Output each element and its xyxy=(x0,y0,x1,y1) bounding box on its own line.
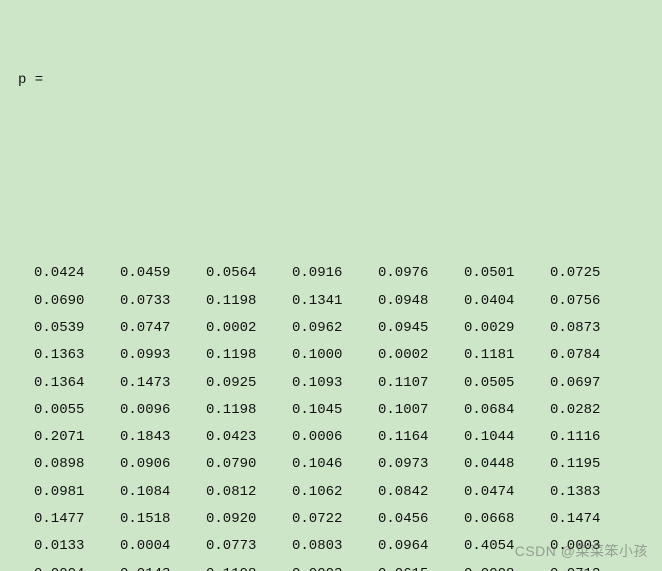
matrix-cell: 0.0423 xyxy=(206,424,292,451)
matrix-row: 0.13630.09930.11980.10000.00020.11810.07… xyxy=(34,342,662,369)
matrix-cell: 0.0993 xyxy=(120,342,206,369)
matrix-cell: 0.0925 xyxy=(206,370,292,397)
matrix-row: 0.01330.00040.07730.08030.09640.40540.00… xyxy=(34,533,662,560)
matrix-cell: 0.0948 xyxy=(378,288,464,315)
matrix-cell: 0.0898 xyxy=(34,451,120,478)
matrix-cell: 0.0725 xyxy=(550,260,636,287)
matrix-cell: 0.1474 xyxy=(550,506,636,533)
matrix-cell: 0.0456 xyxy=(378,506,464,533)
matrix-row: 0.09810.10840.08120.10620.08420.04740.13… xyxy=(34,479,662,506)
matrix-cell: 0.1116 xyxy=(550,424,636,451)
matrix-cell: 0.0790 xyxy=(206,451,292,478)
matrix-cell: 0.0976 xyxy=(378,260,464,287)
matrix-row: 0.00550.00960.11980.10450.10070.06840.02… xyxy=(34,397,662,424)
matrix-cell: 0.0029 xyxy=(464,315,550,342)
matrix-cell: 0.1473 xyxy=(120,370,206,397)
matrix-row: 0.20710.18430.04230.00060.11640.10440.11… xyxy=(34,424,662,451)
matrix-cell: 0.0096 xyxy=(120,397,206,424)
matrix-cell: 0.0803 xyxy=(292,533,378,560)
matrix-cell: 0.0784 xyxy=(550,342,636,369)
matrix-row: 0.05390.07470.00020.09620.09450.00290.08… xyxy=(34,315,662,342)
matrix-cell: 0.0812 xyxy=(206,479,292,506)
matrix-cell: 0.1164 xyxy=(378,424,464,451)
matrix-cell: 0.0945 xyxy=(378,315,464,342)
matrix-cell: 0.0973 xyxy=(378,451,464,478)
matrix-cell: 0.1007 xyxy=(378,397,464,424)
matrix-cell: 0.1045 xyxy=(292,397,378,424)
matrix-cell: 0.0964 xyxy=(378,533,464,560)
matrix-cell: 0.0448 xyxy=(464,451,550,478)
matrix-cell: 0.0004 xyxy=(34,561,120,571)
command-output: p = 0.04240.04590.05640.09160.09760.0501… xyxy=(0,0,662,571)
matrix-cell: 0.1181 xyxy=(464,342,550,369)
matrix-cell: 0.1084 xyxy=(120,479,206,506)
matrix-cell: 0.0282 xyxy=(550,397,636,424)
matrix-cell: 0.0004 xyxy=(120,533,206,560)
matrix-p: 0.04240.04590.05640.09160.09760.05010.07… xyxy=(0,252,662,571)
matrix-cell: 0.1383 xyxy=(550,479,636,506)
matrix-cell: 0.0697 xyxy=(550,370,636,397)
matrix-cell: 0.1364 xyxy=(34,370,120,397)
matrix-cell: 0.1044 xyxy=(464,424,550,451)
matrix-cell: 0.0873 xyxy=(550,315,636,342)
matrix-cell: 0.0842 xyxy=(378,479,464,506)
matrix-cell: 0.0773 xyxy=(206,533,292,560)
matrix-cell: 0.1518 xyxy=(120,506,206,533)
matrix-row: 0.06900.07330.11980.13410.09480.04040.07… xyxy=(34,288,662,315)
matrix-cell: 0.0002 xyxy=(378,342,464,369)
matrix-row: 0.04240.04590.05640.09160.09760.05010.07… xyxy=(34,260,662,287)
matrix-cell: 0.0712 xyxy=(550,561,636,571)
matrix-cell: 0.0690 xyxy=(34,288,120,315)
matrix-row: 0.13640.14730.09250.10930.11070.05050.06… xyxy=(34,370,662,397)
matrix-cell: 0.0920 xyxy=(206,506,292,533)
matrix-cell: 0.1341 xyxy=(292,288,378,315)
matrix-cell: 0.1107 xyxy=(378,370,464,397)
variable-label-p: p = xyxy=(0,67,662,94)
matrix-cell: 0.1046 xyxy=(292,451,378,478)
matrix-cell: 0.0668 xyxy=(464,506,550,533)
matrix-cell: 0.1198 xyxy=(206,397,292,424)
matrix-cell: 0.0684 xyxy=(464,397,550,424)
matrix-cell: 0.0733 xyxy=(120,288,206,315)
matrix-row: 0.14770.15180.09200.07220.04560.06680.14… xyxy=(34,506,662,533)
matrix-cell: 0.1198 xyxy=(206,288,292,315)
matrix-cell: 0.4054 xyxy=(464,533,550,560)
matrix-cell: 0.0564 xyxy=(206,260,292,287)
matrix-cell: 0.0756 xyxy=(550,288,636,315)
matrix-cell: 0.0505 xyxy=(464,370,550,397)
matrix-cell: 0.2071 xyxy=(34,424,120,451)
matrix-cell: 0.0003 xyxy=(550,533,636,560)
matrix-cell: 0.1477 xyxy=(34,506,120,533)
matrix-cell: 0.0003 xyxy=(292,561,378,571)
matrix-cell: 0.0747 xyxy=(120,315,206,342)
matrix-cell: 0.0133 xyxy=(34,533,120,560)
matrix-cell: 0.1093 xyxy=(292,370,378,397)
matrix-cell: 0.0615 xyxy=(378,561,464,571)
matrix-row: 0.08980.09060.07900.10460.09730.04480.11… xyxy=(34,451,662,478)
matrix-cell: 0.0404 xyxy=(464,288,550,315)
matrix-cell: 0.1198 xyxy=(206,561,292,571)
matrix-cell: 0.0722 xyxy=(292,506,378,533)
matrix-cell: 0.1843 xyxy=(120,424,206,451)
matrix-cell: 0.1198 xyxy=(206,342,292,369)
matrix-cell: 0.0459 xyxy=(120,260,206,287)
matrix-cell: 0.0539 xyxy=(34,315,120,342)
matrix-cell: 0.0474 xyxy=(464,479,550,506)
matrix-row: 0.00040.01430.11980.00030.06150.00080.07… xyxy=(34,561,662,571)
matrix-cell: 0.0002 xyxy=(206,315,292,342)
matrix-cell: 0.0916 xyxy=(292,260,378,287)
matrix-cell: 0.1363 xyxy=(34,342,120,369)
matrix-cell: 0.0981 xyxy=(34,479,120,506)
matrix-cell: 0.0008 xyxy=(464,561,550,571)
matrix-cell: 0.0424 xyxy=(34,260,120,287)
matrix-cell: 0.0143 xyxy=(120,561,206,571)
matrix-cell: 0.0006 xyxy=(292,424,378,451)
matrix-cell: 0.1062 xyxy=(292,479,378,506)
matrix-cell: 0.0501 xyxy=(464,260,550,287)
matrix-cell: 0.1195 xyxy=(550,451,636,478)
matrix-cell: 0.0055 xyxy=(34,397,120,424)
matrix-cell: 0.0906 xyxy=(120,451,206,478)
matrix-cell: 0.0962 xyxy=(292,315,378,342)
matrix-cell: 0.1000 xyxy=(292,342,378,369)
